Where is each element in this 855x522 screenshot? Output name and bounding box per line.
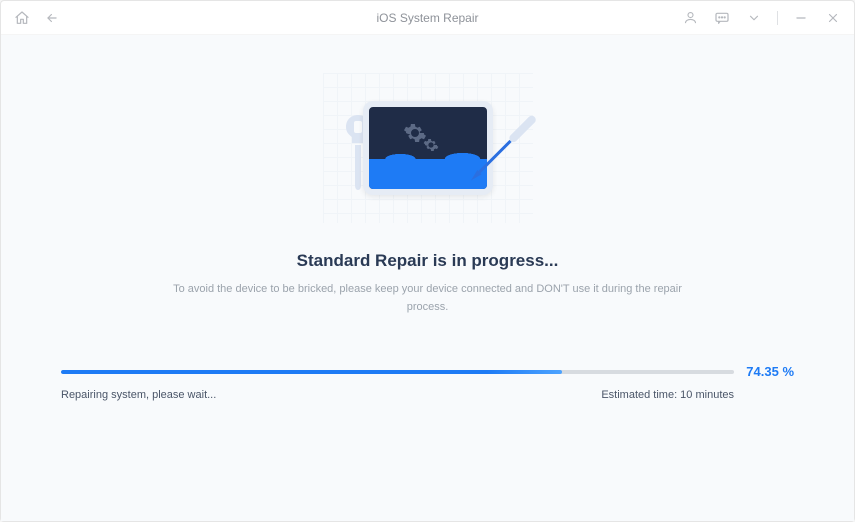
progress-labels: Repairing system, please wait... Estimat… [61, 389, 794, 401]
feedback-icon[interactable] [713, 9, 731, 27]
progress-fill [61, 370, 562, 374]
user-icon[interactable] [681, 9, 699, 27]
progress-heading: Standard Repair is in progress... [297, 251, 559, 271]
titlebar: iOS System Repair [1, 1, 854, 35]
back-icon[interactable] [43, 9, 61, 27]
progress-subtext: To avoid the device to be bricked, pleas… [168, 281, 688, 316]
progress-eta-text: Estimated time: 10 minutes [601, 389, 734, 401]
progress-status-text: Repairing system, please wait... [61, 389, 216, 401]
progress-bar [61, 370, 734, 374]
progress-row: 74.35 % [61, 364, 794, 379]
titlebar-right [681, 9, 842, 27]
repair-illustration [323, 73, 533, 223]
window-title: iOS System Repair [376, 11, 478, 25]
app-window: iOS System Repair [0, 0, 855, 522]
progress-percent: 74.35 % [746, 364, 794, 379]
home-icon[interactable] [13, 9, 31, 27]
close-icon[interactable] [824, 9, 842, 27]
progress-section: 74.35 % Repairing system, please wait...… [61, 364, 794, 401]
chevron-down-icon[interactable] [745, 9, 763, 27]
titlebar-left [13, 9, 61, 27]
titlebar-divider [777, 11, 778, 25]
minimize-icon[interactable] [792, 9, 810, 27]
content-area: Standard Repair is in progress... To avo… [1, 35, 854, 521]
